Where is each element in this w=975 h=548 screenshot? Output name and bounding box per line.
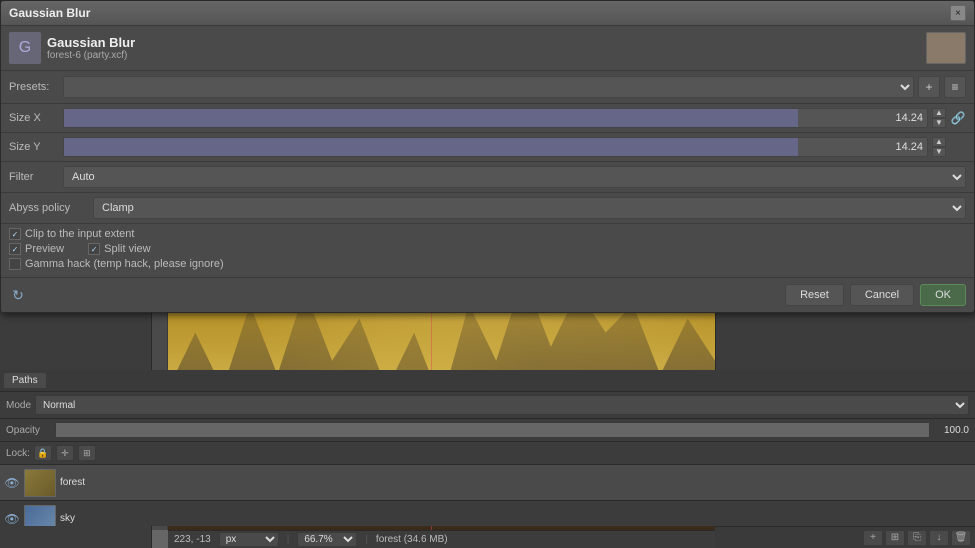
plugin-name: Gaussian Blur: [47, 35, 920, 50]
presets-row: Presets: + ≡: [1, 71, 974, 104]
split-view-label: Split view: [104, 243, 150, 255]
right-panel: ⊞ ◧ A ▦ ⬡ ▸ 🖌 〜 ★ ◉ Gaussian Blur × G Ga…: [715, 44, 975, 548]
size-x-spinner: ▲ ▼: [932, 108, 946, 128]
opacity-slider[interactable]: [55, 422, 930, 438]
size-x-label: Size X: [9, 112, 59, 124]
paths-tab[interactable]: Paths: [4, 373, 46, 388]
new-layer-button[interactable]: +: [863, 530, 883, 546]
lock-label: Lock:: [6, 448, 30, 459]
unit-selector[interactable]: px mm: [219, 532, 279, 547]
mode-dropdown[interactable]: Normal Multiply Screen: [35, 395, 969, 415]
filter-label: Filter: [9, 171, 59, 183]
clip-input-checkbox[interactable]: [9, 228, 21, 240]
dialog-titlebar: Gaussian Blur ×: [1, 1, 974, 26]
coords-value: 223, -13: [174, 534, 211, 545]
layer-info: forest (34.6 MB): [376, 534, 448, 545]
size-x-spin-up[interactable]: ▲: [932, 108, 946, 118]
layer-item-forest[interactable]: 👁 forest: [0, 465, 975, 501]
preview-splitview-row: Preview Split view: [9, 243, 966, 255]
clip-input-row: Clip to the input extent: [9, 228, 966, 240]
layer-item-sky[interactable]: 👁 sky: [0, 501, 975, 526]
presets-label: Presets:: [9, 81, 59, 93]
ok-button[interactable]: OK: [920, 284, 966, 306]
opacity-label: Opacity: [6, 425, 51, 436]
plugin-subtitle: forest-6 (party.xcf): [47, 50, 920, 61]
zoom-selector[interactable]: 66.7% 100% 50%: [297, 532, 357, 547]
size-y-value: 14.24: [895, 141, 923, 153]
size-y-spin-up[interactable]: ▲: [932, 137, 946, 147]
dialog-close-button[interactable]: ×: [950, 5, 966, 21]
size-x-slider[interactable]: 14.24: [63, 108, 928, 128]
size-x-value: 14.24: [895, 112, 923, 124]
layer-thumb-sky: [24, 505, 56, 527]
opacity-row: Opacity 100.0: [0, 419, 975, 442]
layer-eye-forest[interactable]: 👁: [4, 475, 20, 491]
filter-row: Filter Auto IIR RLE: [1, 162, 974, 193]
size-x-spin-down[interactable]: ▼: [932, 118, 946, 128]
abyss-policy-dropdown[interactable]: Clamp Loop Black White: [93, 197, 966, 219]
panel-bottom-buttons: + ⊞ ⎘ ↓ 🗑: [715, 526, 975, 548]
gamma-hack-checkbox[interactable]: [9, 258, 21, 270]
layer-name-sky: sky: [60, 513, 971, 524]
preview-label: Preview: [25, 243, 64, 255]
filter-dropdown[interactable]: Auto IIR RLE: [63, 166, 966, 188]
lock-pixels-button[interactable]: 🔒: [34, 445, 52, 461]
layer-name-forest: forest: [60, 477, 971, 488]
layer-thumb-forest: [24, 469, 56, 497]
dialog-buttons: ↻ Reset Cancel OK: [1, 278, 974, 312]
size-y-spin-down[interactable]: ▼: [932, 147, 946, 157]
layer-eye-sky[interactable]: 👁: [4, 511, 20, 527]
dialog-title: Gaussian Blur: [9, 6, 90, 20]
link-xy-icon[interactable]: 🔗: [950, 111, 966, 125]
preset-menu-button[interactable]: ≡: [944, 76, 966, 98]
mode-label: Mode: [6, 400, 31, 411]
size-x-row: Size X 14.24 ▲ ▼ 🔗: [1, 104, 974, 133]
refresh-icon[interactable]: ↻: [9, 286, 27, 304]
size-y-row: Size Y 14.24 ▲ ▼ 🔗: [1, 133, 974, 162]
main-layout: ⬜ ⭕ 🔆 ✦ ◈ ✂ ✛ ⊞ ⬡ ⊡ ↻ ⤡ ⧈ ⬗ ⇔ ⬖ 〜 ⊹ 🪣 ▦ …: [0, 44, 975, 548]
size-y-label: Size Y: [9, 141, 59, 153]
merge-down-button[interactable]: ↓: [929, 530, 949, 546]
preview-checkbox[interactable]: [9, 243, 21, 255]
duplicate-layer-button[interactable]: ⎘: [907, 530, 927, 546]
layers-section: Paths Mode Normal Multiply Screen Opacit…: [0, 370, 975, 526]
plugin-icon: G: [9, 32, 41, 64]
panel-tabs: Paths: [0, 370, 975, 392]
size-y-slider[interactable]: 14.24: [63, 137, 928, 157]
clip-input-label: Clip to the input extent: [25, 228, 134, 240]
gaussian-blur-dialog: Gaussian Blur × G Gaussian Blur forest-6…: [0, 0, 975, 313]
plugin-header: G Gaussian Blur forest-6 (party.xcf): [1, 26, 974, 71]
coordinates-display: 223, -13: [174, 534, 211, 545]
delete-layer-button[interactable]: 🗑: [951, 530, 971, 546]
checkboxes-section: Clip to the input extent Preview Split v…: [1, 224, 974, 278]
link-y-icon: 🔗: [950, 140, 966, 154]
size-y-spinner: ▲ ▼: [932, 137, 946, 157]
mode-row: Mode Normal Multiply Screen: [0, 392, 975, 419]
abyss-policy-label: Abyss policy: [9, 202, 89, 214]
lock-alpha-button[interactable]: ⊞: [78, 445, 96, 461]
plugin-preview-thumb: [926, 32, 966, 64]
gamma-hack-label: Gamma hack (temp hack, please ignore): [25, 258, 224, 270]
lock-position-button[interactable]: ✛: [56, 445, 74, 461]
split-view-checkbox[interactable]: [88, 243, 100, 255]
gamma-hack-row: Gamma hack (temp hack, please ignore): [9, 258, 966, 270]
opacity-value: 100.0: [934, 425, 969, 436]
abyss-policy-row: Abyss policy Clamp Loop Black White: [1, 193, 974, 224]
preset-add-button[interactable]: +: [918, 76, 940, 98]
statusbar: 223, -13 px mm | 66.7% 100% 50% | forest…: [168, 530, 715, 548]
lock-row: Lock: 🔒 ✛ ⊞: [0, 442, 975, 465]
reset-button[interactable]: Reset: [785, 284, 844, 306]
presets-dropdown[interactable]: [63, 76, 914, 98]
new-group-button[interactable]: ⊞: [885, 530, 905, 546]
cancel-button[interactable]: Cancel: [850, 284, 914, 306]
